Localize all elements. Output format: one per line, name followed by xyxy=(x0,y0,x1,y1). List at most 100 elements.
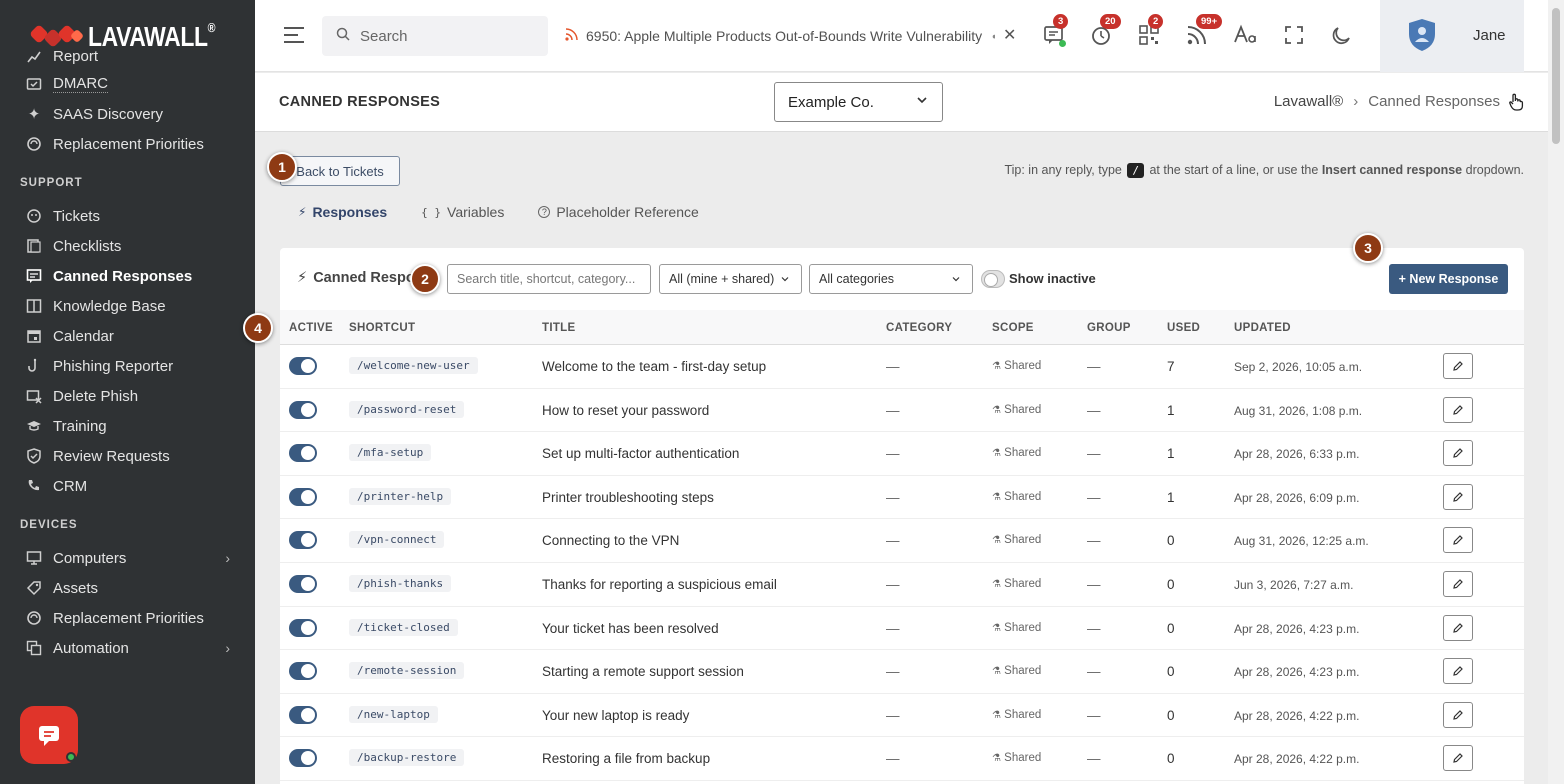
page-scrollbar[interactable] xyxy=(1548,0,1564,784)
active-toggle[interactable] xyxy=(289,749,317,768)
ticker-close-button[interactable]: ✕ xyxy=(1003,25,1016,45)
column-header-group[interactable]: GROUP xyxy=(1087,322,1131,334)
sidebar-item-report[interactable]: Report xyxy=(0,43,255,69)
used-count: 0 xyxy=(1167,664,1175,680)
active-toggle[interactable] xyxy=(289,400,317,419)
column-header-updated[interactable]: UPDATED xyxy=(1234,322,1291,334)
timer-button[interactable]: 20 xyxy=(1088,14,1121,48)
sidebar-item-label: CRM xyxy=(53,477,88,495)
font-size-button[interactable] xyxy=(1232,22,1258,48)
active-toggle[interactable] xyxy=(289,487,317,506)
active-toggle[interactable] xyxy=(289,705,317,724)
sidebar-item-canned-responses[interactable]: Canned Responses xyxy=(0,261,255,291)
feeds-button[interactable]: 99+ xyxy=(1184,14,1223,48)
column-header-active[interactable]: ACTIVE xyxy=(289,322,333,334)
scope-cell: ⚗ Shared xyxy=(992,447,1041,459)
calendar-icon xyxy=(25,327,43,345)
active-toggle[interactable] xyxy=(289,575,317,593)
category-filter-select[interactable]: All categories xyxy=(809,264,973,294)
scope-label: Shared xyxy=(1004,578,1042,590)
edit-button[interactable] xyxy=(1443,614,1473,641)
table-row[interactable]: /password-reset How to reset your passwor… xyxy=(280,389,1524,433)
table-row[interactable]: /new-laptop Your new laptop is ready — ⚗ Sh… xyxy=(280,694,1524,738)
updated-timestamp: Apr 28, 2026, 6:33 p.m. xyxy=(1234,447,1360,462)
avatar xyxy=(1409,19,1435,51)
response-tabs: ⚡ Responses { } Variables ? Placeholder … xyxy=(298,204,733,220)
active-toggle[interactable] xyxy=(289,531,317,550)
table-row[interactable]: /printer-help Printer troubleshooting ste… xyxy=(280,476,1524,520)
scrollbar-thumb[interactable] xyxy=(1552,8,1560,144)
sidebar-item-calendar[interactable]: Calendar xyxy=(0,321,255,351)
edit-button[interactable] xyxy=(1443,527,1473,554)
new-response-button[interactable]: + New Response xyxy=(1389,264,1508,294)
sidebar-item-knowledge-base[interactable]: Knowledge Base xyxy=(0,291,255,321)
chat-widget-button[interactable] xyxy=(20,706,78,764)
active-toggle[interactable] xyxy=(289,444,317,463)
callout-marker: 4 xyxy=(243,313,273,343)
edit-button[interactable] xyxy=(1443,571,1473,597)
table-row[interactable]: /remote-session Starting a remote support… xyxy=(280,650,1524,694)
sidebar-item-checklists[interactable]: Checklists xyxy=(0,231,255,261)
scope-label: Shared xyxy=(1004,360,1042,372)
filter-search-input[interactable]: Search title, shortcut, category... xyxy=(447,264,651,294)
tab-variables[interactable]: { } Variables xyxy=(421,204,504,220)
menu-toggle-icon[interactable] xyxy=(283,26,305,49)
column-header-scope[interactable]: SCOPE xyxy=(992,322,1034,334)
edit-button[interactable] xyxy=(1443,483,1473,510)
updated-timestamp: Aug 31, 2026, 1:08 p.m. xyxy=(1234,403,1363,418)
qr-button[interactable]: 2 xyxy=(1136,14,1164,48)
show-inactive-toggle[interactable] xyxy=(981,270,1005,288)
dark-mode-button[interactable] xyxy=(1329,22,1355,48)
sidebar-item-review-requests[interactable]: Review Requests xyxy=(0,441,255,471)
table-row[interactable]: /phish-thanks Thanks for reporting a susp… xyxy=(280,563,1524,607)
table-row[interactable]: /vpn-connect Connecting to the VPN — ⚗ Shar… xyxy=(280,519,1524,563)
edit-button[interactable] xyxy=(1443,353,1473,379)
chat-bubble-icon xyxy=(39,726,59,746)
fullscreen-button[interactable] xyxy=(1281,22,1307,48)
owner-filter-value: All (mine + shared) xyxy=(669,272,775,286)
news-ticker[interactable]: 6950: Apple Multiple Products Out-of-Bou… xyxy=(565,24,995,48)
sidebar-item-assets[interactable]: Assets xyxy=(0,573,255,603)
edit-button[interactable] xyxy=(1443,440,1473,467)
owner-filter-select[interactable]: All (mine + shared) xyxy=(659,264,802,294)
column-header-shortcut[interactable]: SHORTCUT xyxy=(349,322,415,334)
table-row[interactable]: /ticket-closed Your ticket has been resol… xyxy=(280,607,1524,651)
column-header-category[interactable]: CATEGORY xyxy=(886,322,952,334)
response-title: Starting a remote support session xyxy=(542,664,744,680)
group-cell: — xyxy=(1087,664,1101,680)
sidebar-item-tickets[interactable]: Tickets xyxy=(0,201,255,231)
sidebar-item-saas-discovery[interactable]: ✦ SAAS Discovery xyxy=(0,99,255,129)
active-toggle[interactable] xyxy=(289,357,317,375)
scope-cell: ⚗ Shared xyxy=(992,622,1041,634)
tab-responses[interactable]: ⚡ Responses xyxy=(298,204,387,220)
table-row[interactable]: /backup-restore Restoring a file from bac… xyxy=(280,737,1524,781)
column-header-used[interactable]: USED xyxy=(1167,322,1200,334)
sidebar-item-automation[interactable]: Automation › xyxy=(0,633,255,663)
sidebar-item-replacement-priorities-devices[interactable]: Replacement Priorities xyxy=(0,603,255,633)
edit-button[interactable] xyxy=(1443,745,1473,772)
active-toggle[interactable] xyxy=(289,618,317,637)
sidebar-item-label: Phishing Reporter xyxy=(53,357,174,375)
back-to-tickets-button[interactable]: Back to Tickets xyxy=(280,156,400,186)
sidebar-item-computers[interactable]: Computers › xyxy=(0,543,255,573)
column-header-title[interactable]: TITLE xyxy=(542,322,575,334)
sidebar-item-phishing-reporter[interactable]: Phishing Reporter xyxy=(0,351,255,381)
active-toggle[interactable] xyxy=(289,662,317,681)
edit-button[interactable] xyxy=(1443,701,1473,728)
sidebar-item-training[interactable]: Training xyxy=(0,411,255,441)
sidebar-item-replacement-priorities[interactable]: Replacement Priorities xyxy=(0,129,255,159)
sidebar-item-crm[interactable]: CRM xyxy=(0,471,255,501)
messages-button[interactable]: 3 xyxy=(1041,14,1069,48)
edit-button[interactable] xyxy=(1443,658,1473,685)
table-row[interactable]: /welcome-new-user Welcome to the team - f… xyxy=(280,345,1524,389)
sidebar-item-delete-phish[interactable]: Delete Phish xyxy=(0,381,255,411)
global-search-input[interactable]: Search xyxy=(322,16,548,56)
sidebar-item-label: Training xyxy=(53,417,107,435)
table-row[interactable]: /mfa-setup Set up multi-factor authentica… xyxy=(280,432,1524,476)
tab-placeholder-reference[interactable]: ? Placeholder Reference xyxy=(538,204,699,220)
breadcrumb-root[interactable]: Lavawall® xyxy=(1274,93,1343,110)
sidebar-item-dmarc[interactable]: DMARC xyxy=(0,69,255,99)
edit-button[interactable] xyxy=(1443,396,1473,423)
user-menu[interactable]: Jane xyxy=(1380,0,1524,72)
company-select[interactable]: Example Co. xyxy=(774,82,943,122)
